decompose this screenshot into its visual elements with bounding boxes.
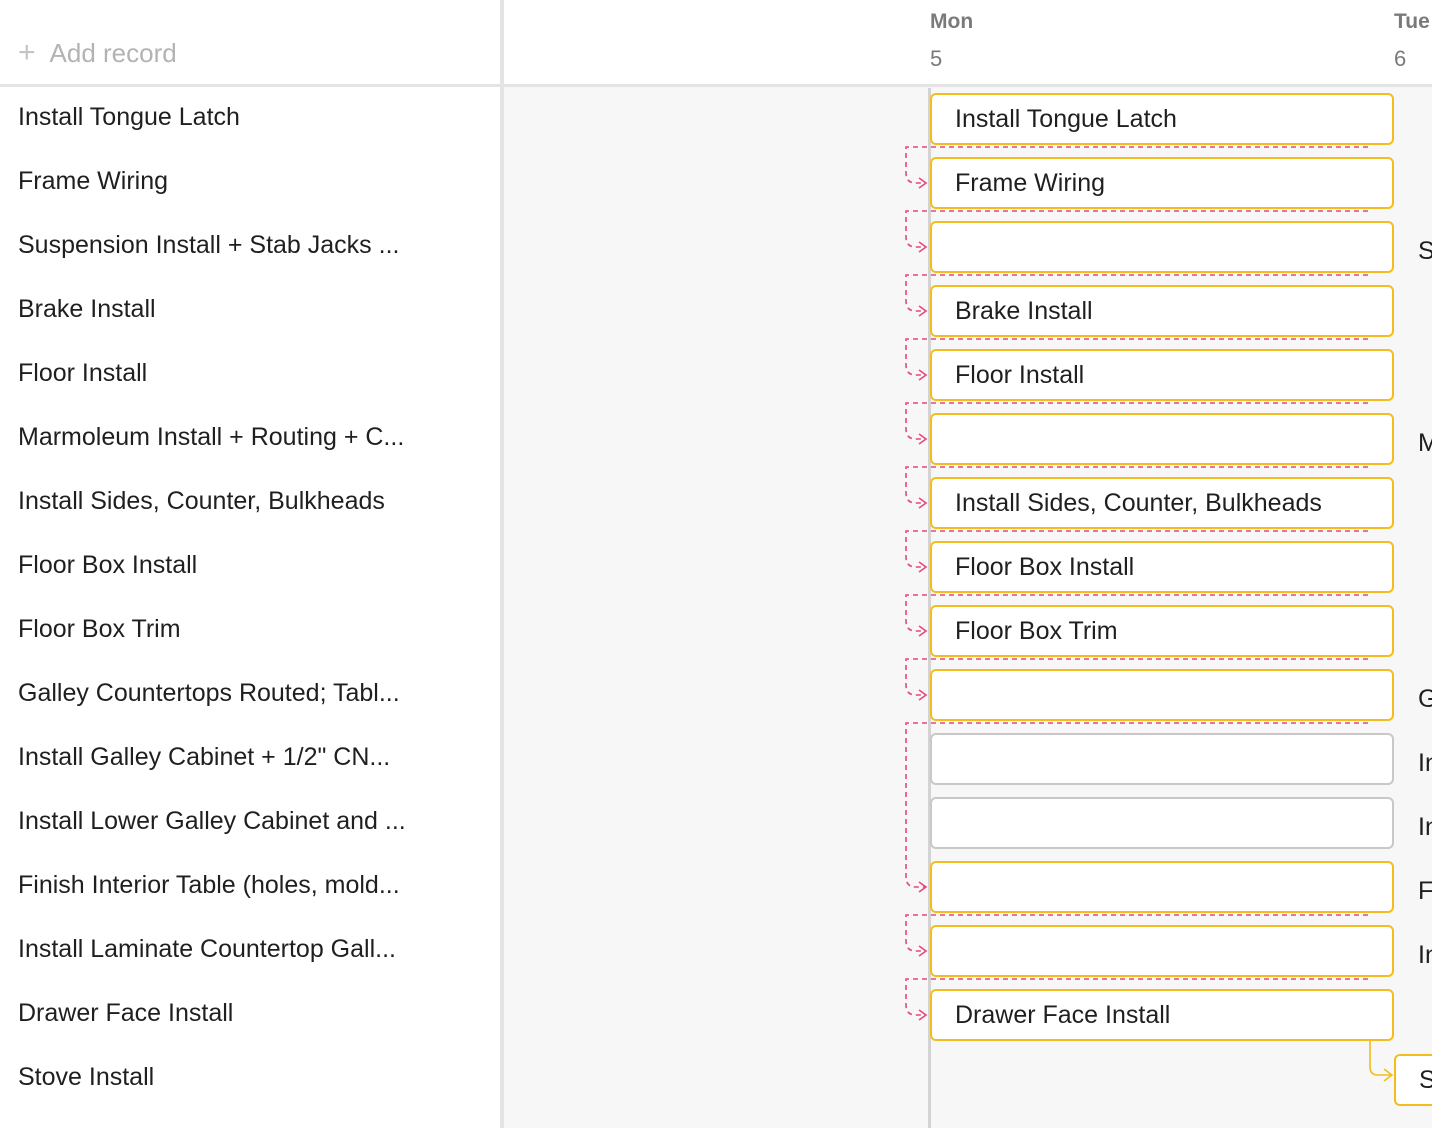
record-row-label[interactable]: Install Laminate Countertop Gall...	[18, 929, 488, 969]
timeline-bar[interactable]: Frame Wiring	[930, 157, 1394, 209]
timeline-bar[interactable]	[930, 733, 1394, 785]
record-row-label[interactable]: Galley Countertops Routed; Tabl...	[18, 673, 488, 713]
record-row-label[interactable]: Marmoleum Install + Routing + C...	[18, 417, 488, 457]
day-name-tue: Tue	[1394, 10, 1430, 33]
record-row-label[interactable]: Floor Install	[18, 353, 488, 393]
timeline-bar[interactable]	[930, 413, 1394, 465]
timeline-bar-outside-label: M	[1418, 429, 1432, 457]
record-row-label[interactable]: Install Galley Cabinet + 1/2" CN...	[18, 737, 488, 777]
record-row-label[interactable]: Install Tongue Latch	[18, 97, 488, 137]
timeline-bar-label: Floor Install	[955, 361, 1085, 389]
timeline-bar[interactable]: Floor Box Trim	[930, 605, 1394, 657]
day-number-mon: 5	[930, 46, 943, 71]
timeline-bar-outside-label: G	[1418, 685, 1432, 713]
timeline-bar-outside-label: In	[1418, 749, 1432, 777]
timeline-bar[interactable]: Install Tongue Latch	[930, 93, 1394, 145]
plus-icon: +	[18, 36, 36, 69]
timeline-bar-outside-label: F	[1418, 877, 1432, 905]
timeline-bar-label: Floor Box Trim	[955, 617, 1118, 645]
record-row-label[interactable]: Install Lower Galley Cabinet and ...	[18, 801, 488, 841]
record-row-label[interactable]: Install Sides, Counter, Bulkheads	[18, 481, 488, 521]
timeline-bar[interactable]	[930, 861, 1394, 913]
timeline-header: Mon 5 Tue 6	[504, 0, 1432, 87]
record-list-header: + Add record	[0, 0, 500, 87]
timeline-bar[interactable]: Install Sides, Counter, Bulkheads	[930, 477, 1394, 529]
record-row-label[interactable]: Frame Wiring	[18, 161, 488, 201]
timeline-bar-label: Install Sides, Counter, Bulkheads	[955, 489, 1322, 517]
timeline-bar[interactable]	[930, 925, 1394, 977]
record-row-label[interactable]: Floor Box Trim	[18, 609, 488, 649]
record-row-label[interactable]: Brake Install	[18, 289, 488, 329]
timeline-bar[interactable]: Drawer Face Install	[930, 989, 1394, 1041]
record-row-label[interactable]: Drawer Face Install	[18, 993, 488, 1033]
record-row-label[interactable]: Stove Install	[18, 1057, 488, 1097]
timeline-bar[interactable]	[930, 669, 1394, 721]
timeline-bar[interactable]: Floor Install	[930, 349, 1394, 401]
timeline-bar-label: Floor Box Install	[955, 553, 1135, 581]
timeline-bar-label: Frame Wiring	[955, 169, 1106, 197]
timeline-bar-outside-label: In	[1418, 941, 1432, 969]
add-record-button[interactable]: + Add record	[18, 36, 177, 70]
record-row-label[interactable]: Suspension Install + Stab Jacks ...	[18, 225, 488, 265]
timeline-bar[interactable]: Floor Box Install	[930, 541, 1394, 593]
add-record-label: Add record	[49, 37, 177, 68]
timeline-bar[interactable]: S	[1394, 1054, 1432, 1106]
timeline-bar-outside-label: In	[1418, 813, 1432, 841]
timeline-bar[interactable]	[930, 797, 1394, 849]
record-row-label[interactable]: Floor Box Install	[18, 545, 488, 585]
timeline-bar-label: Drawer Face Install	[955, 1001, 1171, 1029]
record-row-label[interactable]: Finish Interior Table (holes, mold...	[18, 865, 488, 905]
timeline-bar[interactable]	[930, 221, 1394, 273]
timeline-bar-outside-label: S	[1418, 237, 1432, 265]
timeline-bar-label: Install Tongue Latch	[955, 105, 1177, 133]
timeline-bar-label: S	[1419, 1066, 1432, 1094]
timeline-bar-label: Brake Install	[955, 297, 1093, 325]
day-name-mon: Mon	[930, 10, 974, 33]
timeline-bar[interactable]: Brake Install	[930, 285, 1394, 337]
day-number-tue: 6	[1394, 46, 1407, 71]
